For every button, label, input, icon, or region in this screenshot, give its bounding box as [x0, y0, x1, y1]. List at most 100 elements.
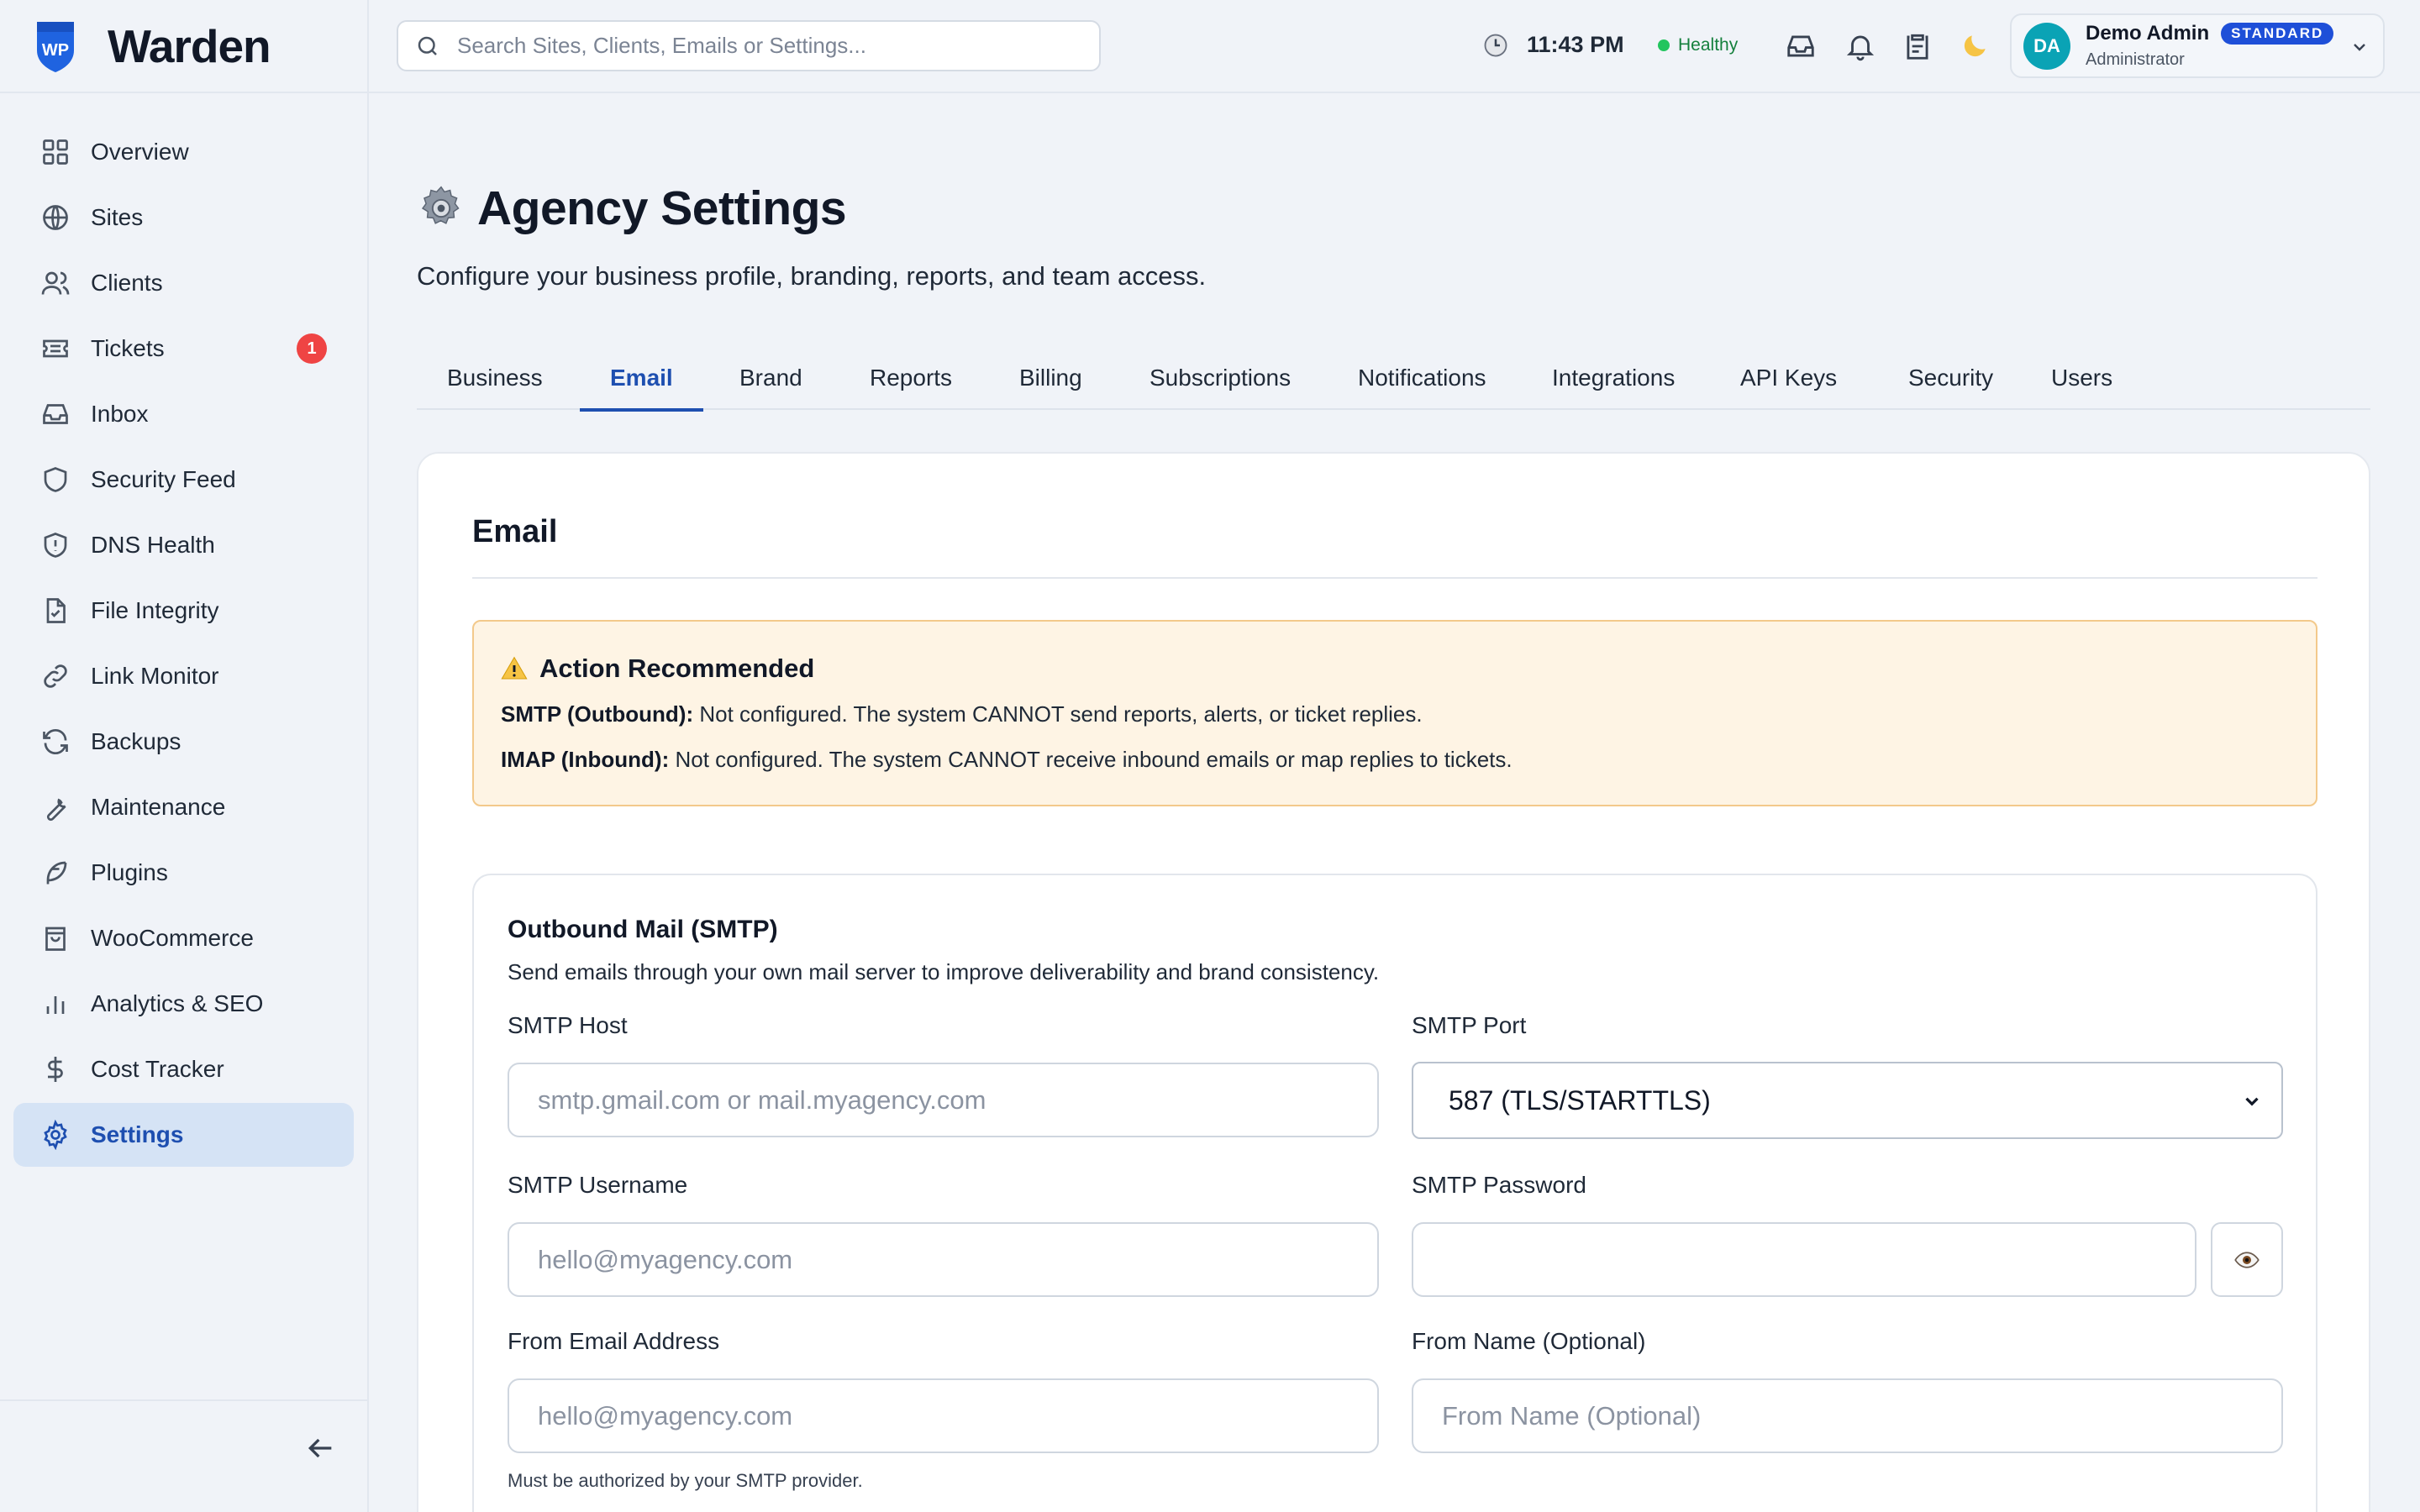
bar-chart-icon [46, 996, 65, 1014]
sidebar-item-clients[interactable]: Clients [13, 251, 354, 315]
smtp-port-select[interactable]: 587 (TLS/STARTTLS) [1412, 1062, 2283, 1139]
sidebar-item-maintenance[interactable]: Maintenance [13, 775, 354, 839]
from-name-input[interactable] [1412, 1378, 2283, 1453]
gear-icon [421, 186, 460, 224]
smtp-section: Outbound Mail (SMTP) Send emails through… [472, 874, 2317, 1512]
health-status-text: Healthy [1678, 35, 1739, 55]
users-icon [41, 271, 70, 295]
smtp-username-input[interactable] [508, 1222, 1379, 1297]
search-icon [418, 36, 437, 55]
smtp-title: Outbound Mail (SMTP) [508, 916, 778, 943]
sidebar-item-label: Tickets [91, 335, 165, 361]
file-check-icon [46, 598, 66, 623]
sidebar-item-analytics-seo[interactable]: Analytics & SEO [13, 972, 354, 1036]
divider [472, 577, 2317, 579]
sidebar-item-label: Overview [91, 139, 189, 165]
sidebar: WP Warden Overview Sites Clients Tickets… [0, 0, 369, 1512]
brand[interactable]: WP Warden [0, 0, 367, 93]
sidebar-item-dns-health[interactable]: DNS Health [13, 513, 354, 577]
sidebar-item-label: Backups [91, 728, 182, 754]
smtp-username-label: SMTP Username [508, 1172, 688, 1198]
smtp-description: Send emails through your own mail server… [508, 959, 1380, 984]
smtp-host-input[interactable] [508, 1063, 1379, 1137]
user-menu[interactable]: DA Demo Admin STANDARD Administrator [2010, 13, 2385, 78]
tab-email[interactable]: Email [580, 345, 703, 412]
sidebar-item-woocommerce[interactable]: WooCommerce [13, 906, 354, 970]
health-dot [1658, 39, 1670, 51]
sidebar-item-label: File Integrity [91, 597, 219, 623]
tab-notifications[interactable]: Notifications [1358, 345, 1486, 410]
bell-icon[interactable] [1844, 30, 1876, 62]
inbox-icon [43, 404, 68, 424]
tab-api-keys[interactable]: API Keys [1740, 345, 1837, 410]
from-email-input[interactable] [508, 1378, 1379, 1453]
tab-brand[interactable]: Brand [739, 345, 802, 410]
user-role: Administrator [2086, 50, 2185, 69]
sidebar-item-backups[interactable]: Backups [13, 710, 354, 774]
current-time: 11:43 PM [1527, 32, 1624, 57]
from-email-hint: Must be authorized by your SMTP provider… [508, 1470, 863, 1491]
sidebar-item-inbox[interactable]: Inbox [13, 382, 354, 446]
shield-alert-icon [44, 533, 67, 558]
section-title: Email [472, 514, 558, 549]
sidebar-item-label: Cost Tracker [91, 1056, 224, 1082]
sidebar-item-plugins[interactable]: Plugins [13, 841, 354, 905]
wrench-icon [46, 798, 66, 822]
sidebar-item-sites[interactable]: Sites [13, 186, 354, 249]
sidebar-item-label: Sites [91, 204, 144, 230]
tab-users[interactable]: Users [2051, 345, 2112, 410]
shopping-bag-icon [45, 927, 66, 951]
sidebar-item-overview[interactable]: Overview [13, 120, 354, 184]
clipboard-icon[interactable] [1902, 30, 1933, 62]
sidebar-item-tickets[interactable]: Tickets 1 [13, 317, 354, 381]
imap-status-line: IMAP (Inbound): Not configured. The syst… [501, 747, 1512, 773]
warden-logo-icon: WP [37, 21, 74, 72]
smtp-password-input[interactable] [1412, 1222, 2196, 1297]
page-subtitle: Configure your business profile, brandin… [417, 261, 1207, 291]
moon-icon[interactable] [1959, 30, 1991, 62]
sidebar-item-label: Inbox [91, 401, 149, 427]
alert-header: Action Recommended [501, 654, 814, 684]
smtp-status-label: SMTP (Outbound): [501, 701, 694, 727]
clock-icon [1484, 34, 1507, 56]
health-status[interactable]: Healthy [1658, 35, 1738, 55]
tab-integrations[interactable]: Integrations [1552, 345, 1675, 410]
global-search[interactable] [397, 20, 1101, 71]
toggle-password-visibility-button[interactable] [2211, 1222, 2283, 1297]
user-info: Demo Admin STANDARD Administrator [2086, 22, 2334, 70]
tab-security[interactable]: Security [1908, 345, 1993, 410]
sidebar-item-security-feed[interactable]: Security Feed [13, 448, 354, 512]
sidebar-item-link-monitor[interactable]: Link Monitor [13, 644, 354, 708]
sidebar-item-settings[interactable]: Settings [13, 1103, 354, 1167]
sidebar-nav: Overview Sites Clients Tickets 1 Inbox S… [0, 93, 367, 1167]
collapse-sidebar-icon[interactable] [303, 1431, 337, 1465]
warning-icon [501, 656, 528, 680]
search-input[interactable] [457, 33, 1096, 59]
imap-status-text: Not configured. The system CANNOT receiv… [675, 747, 1512, 772]
smtp-port-label: SMTP Port [1412, 1012, 1527, 1038]
tab-business[interactable]: Business [447, 345, 543, 410]
sidebar-item-label: Link Monitor [91, 663, 219, 689]
inbox-icon[interactable] [1785, 30, 1817, 62]
sidebar-item-label: Plugins [91, 859, 168, 885]
sidebar-item-label: DNS Health [91, 532, 215, 558]
top-bar: 11:43 PM Healthy DA Demo Admin STANDARD … [369, 0, 2420, 93]
feather-icon [46, 861, 67, 885]
link-icon [44, 664, 67, 688]
tab-reports[interactable]: Reports [870, 345, 952, 410]
svg-text:WP: WP [42, 41, 69, 60]
shield-icon [44, 467, 67, 492]
email-settings-card: Email Action Recommended SMTP (Outbound)… [417, 452, 2370, 1512]
page-header: Agency Settings [417, 181, 847, 236]
tab-subscriptions[interactable]: Subscriptions [1150, 345, 1291, 410]
sidebar-item-label: WooCommerce [91, 925, 254, 951]
sidebar-item-cost-tracker[interactable]: Cost Tracker [13, 1037, 354, 1101]
gear-icon [44, 1120, 67, 1150]
settings-tabs: Business Email Brand Reports Billing Sub… [417, 345, 2370, 412]
tab-billing[interactable]: Billing [1019, 345, 1082, 410]
tickets-count-badge: 1 [297, 333, 327, 364]
sidebar-item-file-integrity[interactable]: File Integrity [13, 579, 354, 643]
sidebar-item-label: Maintenance [91, 794, 226, 820]
ticket-icon [43, 339, 68, 358]
smtp-status-line: SMTP (Outbound): Not configured. The sys… [501, 701, 1423, 727]
